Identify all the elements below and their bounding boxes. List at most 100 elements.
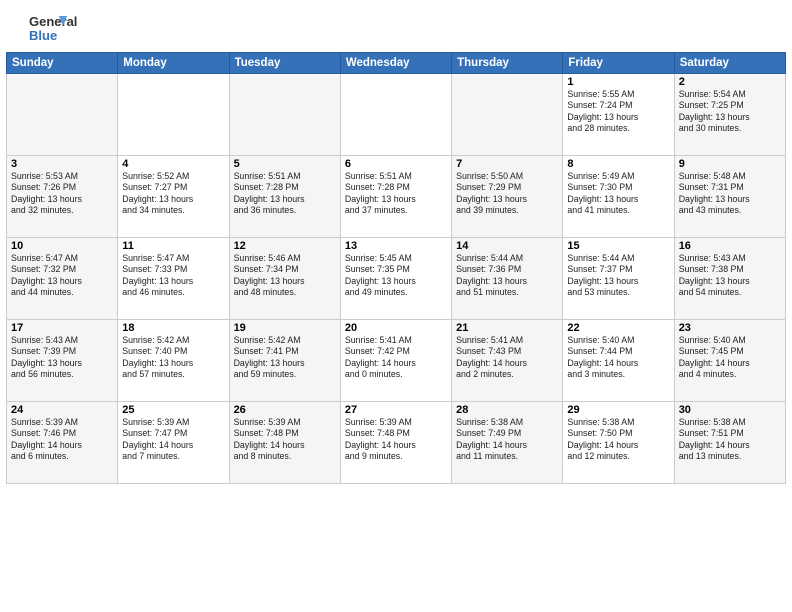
calendar-cell: 26Sunrise: 5:39 AM Sunset: 7:48 PM Dayli… bbox=[229, 402, 340, 484]
day-number: 27 bbox=[345, 404, 447, 416]
day-number: 12 bbox=[234, 240, 336, 252]
svg-text:General: General bbox=[29, 14, 77, 29]
day-info: Sunrise: 5:48 AM Sunset: 7:31 PM Dayligh… bbox=[679, 171, 781, 217]
calendar-cell: 25Sunrise: 5:39 AM Sunset: 7:47 PM Dayli… bbox=[118, 402, 229, 484]
calendar-cell: 29Sunrise: 5:38 AM Sunset: 7:50 PM Dayli… bbox=[563, 402, 674, 484]
day-number: 23 bbox=[679, 322, 781, 334]
calendar-cell: 27Sunrise: 5:39 AM Sunset: 7:48 PM Dayli… bbox=[340, 402, 451, 484]
calendar-cell: 3Sunrise: 5:53 AM Sunset: 7:26 PM Daylig… bbox=[7, 156, 118, 238]
day-info: Sunrise: 5:38 AM Sunset: 7:50 PM Dayligh… bbox=[567, 417, 669, 463]
day-number: 7 bbox=[456, 158, 558, 170]
day-info: Sunrise: 5:45 AM Sunset: 7:35 PM Dayligh… bbox=[345, 253, 447, 299]
day-number: 25 bbox=[122, 404, 224, 416]
calendar-cell: 20Sunrise: 5:41 AM Sunset: 7:42 PM Dayli… bbox=[340, 320, 451, 402]
calendar-cell: 21Sunrise: 5:41 AM Sunset: 7:43 PM Dayli… bbox=[452, 320, 563, 402]
day-info: Sunrise: 5:42 AM Sunset: 7:40 PM Dayligh… bbox=[122, 335, 224, 381]
day-info: Sunrise: 5:51 AM Sunset: 7:28 PM Dayligh… bbox=[234, 171, 336, 217]
day-info: Sunrise: 5:47 AM Sunset: 7:32 PM Dayligh… bbox=[11, 253, 113, 299]
calendar-cell bbox=[229, 74, 340, 156]
calendar-cell: 12Sunrise: 5:46 AM Sunset: 7:34 PM Dayli… bbox=[229, 238, 340, 320]
weekday-header-saturday: Saturday bbox=[674, 53, 785, 74]
day-info: Sunrise: 5:40 AM Sunset: 7:44 PM Dayligh… bbox=[567, 335, 669, 381]
day-info: Sunrise: 5:50 AM Sunset: 7:29 PM Dayligh… bbox=[456, 171, 558, 217]
day-number: 19 bbox=[234, 322, 336, 334]
day-info: Sunrise: 5:42 AM Sunset: 7:41 PM Dayligh… bbox=[234, 335, 336, 381]
day-number: 21 bbox=[456, 322, 558, 334]
calendar-cell: 5Sunrise: 5:51 AM Sunset: 7:28 PM Daylig… bbox=[229, 156, 340, 238]
day-number: 13 bbox=[345, 240, 447, 252]
calendar-cell bbox=[452, 74, 563, 156]
weekday-header-friday: Friday bbox=[563, 53, 674, 74]
calendar-cell: 16Sunrise: 5:43 AM Sunset: 7:38 PM Dayli… bbox=[674, 238, 785, 320]
day-number: 20 bbox=[345, 322, 447, 334]
weekday-header-sunday: Sunday bbox=[7, 53, 118, 74]
calendar-cell: 24Sunrise: 5:39 AM Sunset: 7:46 PM Dayli… bbox=[7, 402, 118, 484]
day-number: 29 bbox=[567, 404, 669, 416]
calendar-cell: 19Sunrise: 5:42 AM Sunset: 7:41 PM Dayli… bbox=[229, 320, 340, 402]
day-number: 8 bbox=[567, 158, 669, 170]
calendar-cell bbox=[7, 74, 118, 156]
day-number: 1 bbox=[567, 76, 669, 88]
day-info: Sunrise: 5:46 AM Sunset: 7:34 PM Dayligh… bbox=[234, 253, 336, 299]
day-number: 16 bbox=[679, 240, 781, 252]
day-number: 22 bbox=[567, 322, 669, 334]
weekday-header-monday: Monday bbox=[118, 53, 229, 74]
day-number: 30 bbox=[679, 404, 781, 416]
day-number: 17 bbox=[11, 322, 113, 334]
day-info: Sunrise: 5:43 AM Sunset: 7:38 PM Dayligh… bbox=[679, 253, 781, 299]
calendar: SundayMondayTuesdayWednesdayThursdayFrid… bbox=[6, 52, 786, 484]
header: General Blue bbox=[0, 0, 792, 52]
calendar-cell: 1Sunrise: 5:55 AM Sunset: 7:24 PM Daylig… bbox=[563, 74, 674, 156]
day-number: 3 bbox=[11, 158, 113, 170]
day-info: Sunrise: 5:39 AM Sunset: 7:46 PM Dayligh… bbox=[11, 417, 113, 463]
day-info: Sunrise: 5:40 AM Sunset: 7:45 PM Dayligh… bbox=[679, 335, 781, 381]
calendar-cell: 23Sunrise: 5:40 AM Sunset: 7:45 PM Dayli… bbox=[674, 320, 785, 402]
day-number: 15 bbox=[567, 240, 669, 252]
day-number: 11 bbox=[122, 240, 224, 252]
calendar-cell: 11Sunrise: 5:47 AM Sunset: 7:33 PM Dayli… bbox=[118, 238, 229, 320]
calendar-cell: 2Sunrise: 5:54 AM Sunset: 7:25 PM Daylig… bbox=[674, 74, 785, 156]
day-number: 24 bbox=[11, 404, 113, 416]
calendar-cell: 6Sunrise: 5:51 AM Sunset: 7:28 PM Daylig… bbox=[340, 156, 451, 238]
calendar-cell: 30Sunrise: 5:38 AM Sunset: 7:51 PM Dayli… bbox=[674, 402, 785, 484]
calendar-cell: 10Sunrise: 5:47 AM Sunset: 7:32 PM Dayli… bbox=[7, 238, 118, 320]
day-info: Sunrise: 5:47 AM Sunset: 7:33 PM Dayligh… bbox=[122, 253, 224, 299]
day-info: Sunrise: 5:43 AM Sunset: 7:39 PM Dayligh… bbox=[11, 335, 113, 381]
calendar-header-row: SundayMondayTuesdayWednesdayThursdayFrid… bbox=[7, 53, 786, 74]
weekday-header-tuesday: Tuesday bbox=[229, 53, 340, 74]
logo: General Blue bbox=[12, 8, 82, 48]
weekday-header-wednesday: Wednesday bbox=[340, 53, 451, 74]
day-number: 10 bbox=[11, 240, 113, 252]
table-wrapper: SundayMondayTuesdayWednesdayThursdayFrid… bbox=[0, 52, 792, 488]
day-info: Sunrise: 5:49 AM Sunset: 7:30 PM Dayligh… bbox=[567, 171, 669, 217]
day-info: Sunrise: 5:41 AM Sunset: 7:43 PM Dayligh… bbox=[456, 335, 558, 381]
day-info: Sunrise: 5:52 AM Sunset: 7:27 PM Dayligh… bbox=[122, 171, 224, 217]
day-number: 18 bbox=[122, 322, 224, 334]
calendar-cell: 17Sunrise: 5:43 AM Sunset: 7:39 PM Dayli… bbox=[7, 320, 118, 402]
calendar-week-row: 3Sunrise: 5:53 AM Sunset: 7:26 PM Daylig… bbox=[7, 156, 786, 238]
day-info: Sunrise: 5:41 AM Sunset: 7:42 PM Dayligh… bbox=[345, 335, 447, 381]
day-info: Sunrise: 5:44 AM Sunset: 7:37 PM Dayligh… bbox=[567, 253, 669, 299]
calendar-cell bbox=[118, 74, 229, 156]
day-number: 26 bbox=[234, 404, 336, 416]
calendar-cell: 22Sunrise: 5:40 AM Sunset: 7:44 PM Dayli… bbox=[563, 320, 674, 402]
svg-text:Blue: Blue bbox=[29, 28, 57, 43]
day-info: Sunrise: 5:51 AM Sunset: 7:28 PM Dayligh… bbox=[345, 171, 447, 217]
calendar-cell bbox=[340, 74, 451, 156]
calendar-week-row: 24Sunrise: 5:39 AM Sunset: 7:46 PM Dayli… bbox=[7, 402, 786, 484]
day-info: Sunrise: 5:38 AM Sunset: 7:49 PM Dayligh… bbox=[456, 417, 558, 463]
day-info: Sunrise: 5:39 AM Sunset: 7:47 PM Dayligh… bbox=[122, 417, 224, 463]
calendar-cell: 28Sunrise: 5:38 AM Sunset: 7:49 PM Dayli… bbox=[452, 402, 563, 484]
day-info: Sunrise: 5:38 AM Sunset: 7:51 PM Dayligh… bbox=[679, 417, 781, 463]
day-info: Sunrise: 5:53 AM Sunset: 7:26 PM Dayligh… bbox=[11, 171, 113, 217]
calendar-cell: 13Sunrise: 5:45 AM Sunset: 7:35 PM Dayli… bbox=[340, 238, 451, 320]
day-number: 14 bbox=[456, 240, 558, 252]
day-number: 5 bbox=[234, 158, 336, 170]
calendar-week-row: 17Sunrise: 5:43 AM Sunset: 7:39 PM Dayli… bbox=[7, 320, 786, 402]
calendar-week-row: 10Sunrise: 5:47 AM Sunset: 7:32 PM Dayli… bbox=[7, 238, 786, 320]
day-number: 2 bbox=[679, 76, 781, 88]
day-info: Sunrise: 5:39 AM Sunset: 7:48 PM Dayligh… bbox=[345, 417, 447, 463]
day-info: Sunrise: 5:54 AM Sunset: 7:25 PM Dayligh… bbox=[679, 89, 781, 135]
day-info: Sunrise: 5:44 AM Sunset: 7:36 PM Dayligh… bbox=[456, 253, 558, 299]
weekday-header-thursday: Thursday bbox=[452, 53, 563, 74]
